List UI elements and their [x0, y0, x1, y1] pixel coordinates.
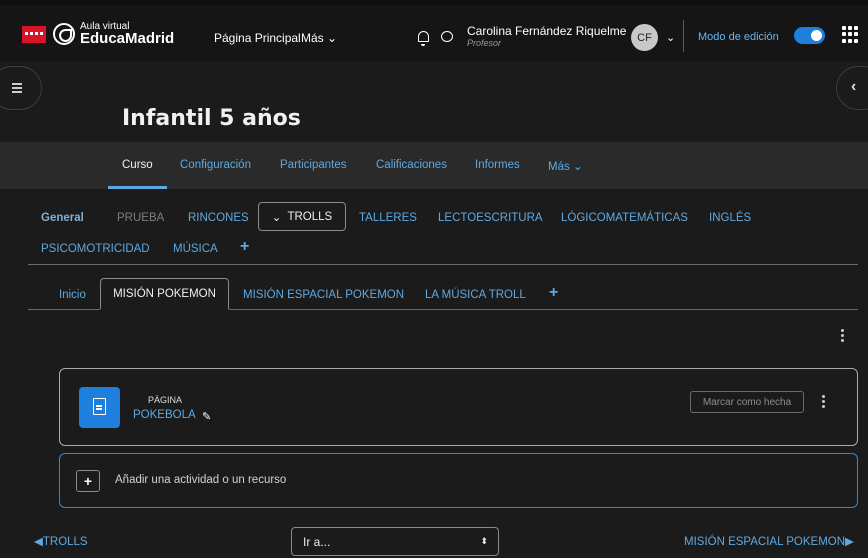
add-section-plus-icon[interactable]: +	[240, 238, 249, 256]
notifications-bell-icon[interactable]	[418, 31, 429, 46]
activity-name-link[interactable]: POKEBOLA	[133, 409, 196, 421]
edit-mode-label: Modo de edición	[698, 31, 779, 43]
nav-more-label: Más	[301, 31, 324, 45]
course-index-drawer-button[interactable]	[0, 66, 42, 110]
user-menu-chevron-down-icon[interactable]: ⌄	[666, 31, 675, 44]
chevron-left-icon: ‹	[851, 78, 857, 95]
logo-title[interactable]: EducaMadrid	[80, 30, 174, 47]
section-tabs-divider	[28, 264, 858, 265]
nav-home-link[interactable]: Página Principal	[214, 31, 301, 45]
apps-grid-icon[interactable]	[842, 26, 859, 43]
section-tab-psicomotricidad[interactable]: PSICOMOTRICIDAD	[41, 243, 150, 255]
add-plus-icon[interactable]: +	[76, 470, 100, 492]
tab-more[interactable]: Más ⌄	[548, 159, 583, 173]
add-activity-label[interactable]: Añadir una actividad o un recurso	[115, 474, 286, 486]
subtab-mision-espacial[interactable]: MISIÓN ESPACIAL POKEMON	[243, 289, 404, 301]
chevron-down-icon: ⌄	[327, 31, 338, 45]
section-tab-trolls[interactable]: ⌄ TROLLS	[258, 202, 346, 231]
page-title: Infantil 5 años	[122, 106, 301, 131]
educamadrid-logo-icon[interactable]	[53, 23, 75, 45]
section-tab-ingles[interactable]: INGLÉS	[709, 212, 751, 224]
avatar[interactable]: CF	[631, 24, 658, 51]
edit-mode-toggle[interactable]	[794, 27, 825, 44]
subtab-musica-troll[interactable]: LA MÚSICA TROLL	[425, 289, 526, 301]
next-section-link[interactable]: MISIÓN ESPACIAL POKEMON▶	[684, 534, 854, 548]
page-document-icon	[79, 387, 120, 428]
section-tab-general[interactable]: General	[41, 212, 84, 224]
block-drawer-button[interactable]: ‹	[836, 66, 868, 110]
tab-course[interactable]: Curso	[122, 159, 153, 171]
subtabs-divider-left	[28, 309, 100, 310]
chevron-down-icon: ⌄	[572, 161, 583, 173]
next-section-label: MISIÓN ESPACIAL POKEMON	[684, 536, 846, 548]
updown-arrow-icon: ⬍	[480, 536, 488, 546]
activity-type: PÁGINA	[148, 395, 183, 405]
madrid-flag-logo[interactable]	[22, 26, 46, 43]
header-divider	[683, 20, 684, 52]
section-tab-talleres[interactable]: TALLERES	[359, 212, 417, 224]
triangle-left-icon: ◀	[34, 536, 43, 548]
previous-section-link[interactable]: ◀TROLLS	[34, 534, 88, 548]
tab-grades[interactable]: Calificaciones	[376, 159, 447, 171]
tab-participants[interactable]: Participantes	[280, 159, 346, 171]
subtab-inicio[interactable]: Inicio	[59, 289, 86, 301]
section-tab-musica[interactable]: MÚSICA	[173, 243, 218, 255]
subtabs-divider-right	[229, 309, 858, 310]
section-tab-trolls-label: TROLLS	[287, 210, 333, 223]
section-tab-prueba[interactable]: PRUEBA	[117, 212, 164, 224]
activity-kebab-menu-icon[interactable]	[822, 395, 825, 410]
section-tab-rincones[interactable]: RINCONES	[188, 212, 249, 224]
section-kebab-menu-icon[interactable]	[841, 329, 844, 344]
add-subsection-plus-icon[interactable]: +	[549, 284, 558, 302]
tab-settings[interactable]: Configuración	[180, 159, 251, 171]
jump-to-select[interactable]: Ir a... ⬍	[291, 527, 499, 556]
secondary-navigation: Curso Configuración Participantes Califi…	[0, 142, 868, 189]
jump-to-value: Ir a...	[303, 535, 331, 549]
previous-section-label: TROLLS	[42, 536, 88, 548]
tab-reports[interactable]: Informes	[475, 159, 520, 171]
subtab-mision-pokemon[interactable]: MISIÓN POKEMON	[100, 278, 229, 309]
section-tab-logicomatematicas[interactable]: LÓGICOMATEMÁTICAS	[561, 212, 688, 224]
section-tab-lectoescritura[interactable]: LECTOESCRITURA	[438, 212, 543, 224]
messages-chat-icon[interactable]	[441, 31, 453, 42]
user-name[interactable]: Carolina Fernández Riquelme	[467, 24, 626, 38]
mark-as-done-button[interactable]: Marcar como hecha	[690, 391, 804, 413]
edit-pencil-icon[interactable]: ✎	[202, 410, 211, 423]
nav-more-menu[interactable]: Más ⌄	[301, 31, 337, 45]
list-icon	[12, 83, 22, 93]
activity-card: PÁGINA POKEBOLA ✎ Marcar como hecha	[59, 368, 858, 446]
chevron-down-icon: ⌄	[271, 211, 282, 224]
active-tab-underline	[108, 186, 167, 189]
triangle-right-icon: ▶	[845, 536, 854, 548]
add-activity-card[interactable]: + Añadir una actividad o un recurso	[59, 453, 858, 508]
user-role: Profesor	[467, 38, 502, 48]
tab-more-label: Más	[548, 161, 570, 173]
